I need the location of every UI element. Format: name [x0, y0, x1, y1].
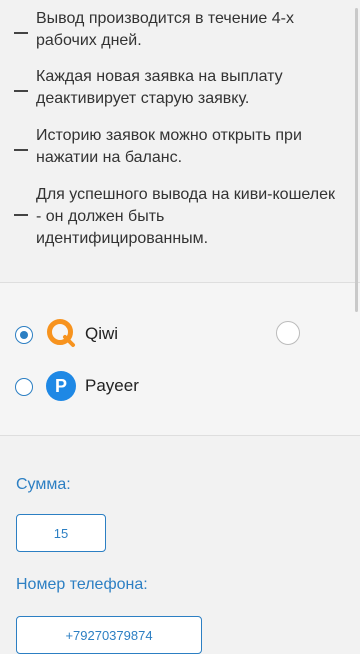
dash-icon: [14, 32, 28, 34]
rule-text: Для успешного вывода на киви-кошелек - о…: [36, 186, 336, 247]
phone-label: Номер телефона:: [16, 576, 148, 593]
qiwi-radio[interactable]: [15, 326, 33, 344]
withdrawal-rules: Вывод производится в течение 4-х рабочих…: [0, 0, 360, 283]
payment-methods: Qiwi P Payeer: [0, 283, 360, 436]
svg-text:P: P: [55, 376, 67, 396]
amount-label: Сумма:: [16, 476, 71, 493]
withdraw-form: Сумма: 15 Номер телефона: +79270379874: [0, 436, 360, 654]
scrollbar[interactable]: [355, 8, 358, 312]
extra-method-radio[interactable]: [276, 321, 300, 345]
phone-input[interactable]: +79270379874: [16, 616, 202, 654]
dash-icon: [14, 149, 28, 151]
rule-text: Каждая новая заявка на выплату деактивир…: [36, 68, 283, 107]
rule-text: Историю заявок можно открыть при нажатии…: [36, 127, 302, 166]
payeer-logo-icon: P: [46, 371, 76, 401]
dash-icon: [14, 90, 28, 92]
payeer-radio[interactable]: [15, 378, 33, 396]
payeer-label: Payeer: [85, 376, 139, 395]
qiwi-label: Qiwi: [85, 324, 119, 343]
rule-text: Вывод производится в течение 4-х рабочих…: [36, 10, 294, 49]
dash-icon: [14, 214, 28, 216]
qiwi-logo-icon: [47, 319, 75, 347]
amount-input[interactable]: 15: [16, 514, 106, 552]
